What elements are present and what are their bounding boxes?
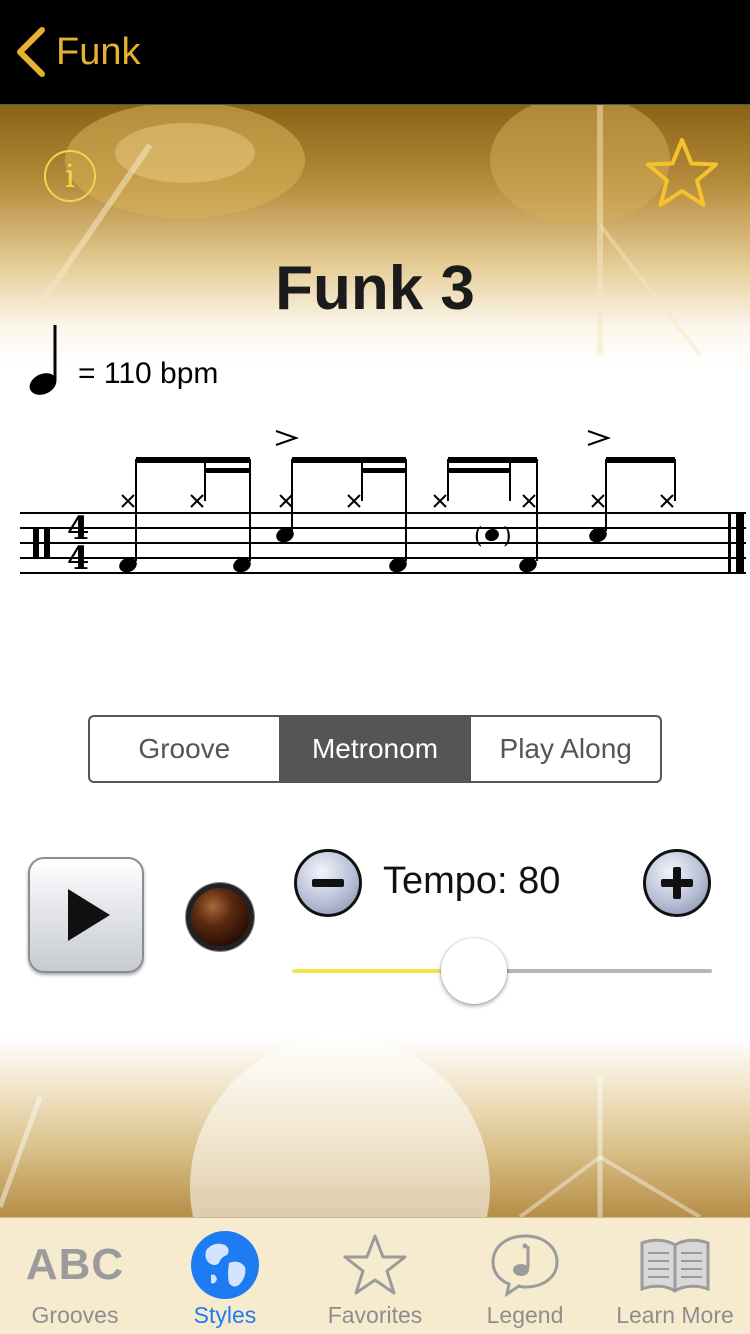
tempo-label: Tempo: 80 (383, 860, 561, 902)
quarter-note-icon (29, 325, 57, 395)
time-signature-bottom: 4 (67, 539, 89, 577)
groove-detail: i Funk 3 = 110 bpm 4 4 () Groove Metron… (0, 105, 750, 1217)
slider-track (473, 969, 712, 973)
info-icon: i (64, 157, 76, 195)
segment-play-along[interactable]: Play Along (469, 717, 660, 781)
tab-label-learn-more: Learn More (616, 1302, 734, 1328)
segment-metronom[interactable]: Metronom (278, 717, 470, 781)
final-barline (728, 513, 731, 573)
groove-title: Funk 3 (275, 254, 475, 323)
cymbal-decoration-icon (37, 105, 702, 357)
play-button[interactable] (28, 857, 144, 973)
tab-bar: ABC Grooves Styles Favorites Legend Lear… (0, 1217, 750, 1334)
book-icon (640, 1238, 710, 1293)
tab-label-favorites: Favorites (327, 1302, 423, 1328)
tab-learn-more[interactable]: Learn More (600, 1218, 750, 1334)
play-icon (68, 889, 110, 941)
plus-icon (661, 867, 693, 899)
percussion-clef (33, 528, 39, 558)
svg-text:): ) (503, 524, 512, 549)
tab-grooves[interactable]: ABC Grooves (0, 1218, 150, 1334)
bpm-label: = 110 bpm (78, 357, 219, 390)
record-indicator[interactable] (186, 883, 254, 951)
tab-legend[interactable]: Legend (450, 1218, 600, 1334)
tempo-increase-button[interactable] (643, 849, 711, 917)
navigation-bar: Funk (0, 0, 750, 105)
speech-note-icon (491, 1234, 559, 1298)
slider-thumb[interactable] (440, 938, 507, 1004)
drum-notation-staff: 4 4 ( ) (20, 430, 746, 577)
chevron-left-icon (17, 27, 45, 77)
bass-drum-decoration-icon (0, 1037, 702, 1217)
star-icon (343, 1234, 407, 1295)
tempo-decrease-button[interactable] (294, 849, 362, 917)
tab-styles[interactable]: Styles (150, 1218, 300, 1334)
back-label: Funk (56, 30, 141, 73)
minus-icon (312, 879, 344, 887)
svg-text:(: ( (474, 524, 483, 549)
tab-label-legend: Legend (486, 1302, 564, 1328)
tab-favorites[interactable]: Favorites (300, 1218, 450, 1334)
favorite-star-button[interactable] (644, 135, 720, 211)
info-button[interactable]: i (44, 150, 96, 202)
mode-segmented-control: Groove Metronom Play Along (88, 715, 662, 783)
tempo-slider[interactable] (292, 935, 712, 1005)
back-button[interactable]: Funk (14, 24, 140, 80)
globe-icon (191, 1231, 259, 1299)
abc-icon: ABC (25, 1240, 125, 1289)
tab-label-styles: Styles (193, 1302, 257, 1328)
tab-label-grooves: Grooves (31, 1302, 119, 1328)
star-icon (646, 138, 718, 207)
segment-groove[interactable]: Groove (90, 717, 279, 781)
